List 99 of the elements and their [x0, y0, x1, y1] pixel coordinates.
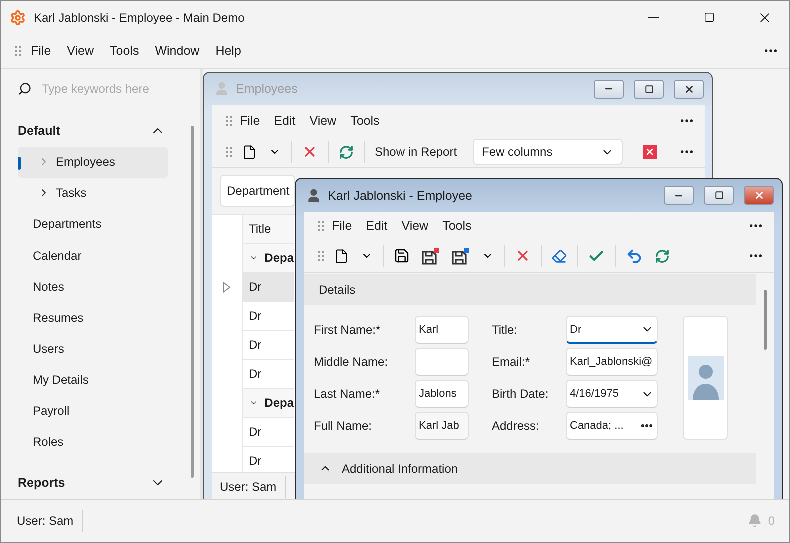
minimize-button[interactable]	[594, 80, 624, 98]
group-label: Depa	[264, 396, 294, 410]
group-header: Default	[18, 124, 60, 138]
nav-item[interactable]: My Details	[18, 364, 168, 396]
nav-item[interactable]: Employees	[18, 146, 168, 178]
search-icon	[18, 82, 32, 96]
grip-icon	[15, 45, 21, 57]
section-title: Additional Information	[342, 462, 458, 476]
gear-icon	[10, 10, 26, 26]
eraser-icon	[552, 248, 567, 264]
report-label: Show in Report	[375, 145, 458, 159]
undo-icon	[626, 248, 643, 264]
nav-item[interactable]: Calendar	[18, 240, 168, 272]
menu-item[interactable]: Tools	[344, 111, 386, 131]
input-field[interactable]: Jablons	[415, 380, 469, 408]
menu-item[interactable]: Tools	[436, 216, 478, 236]
table-cell: Dr	[242, 273, 294, 302]
field-label: Email:*	[492, 355, 532, 369]
window-title: Karl Jablonski - Employee - Main Demo	[34, 10, 246, 24]
menu-item[interactable]: View	[61, 41, 100, 61]
field-label: Full Name:	[314, 419, 374, 433]
menu-item[interactable]: Window	[149, 41, 206, 61]
field-label: Title:	[492, 323, 519, 337]
status-text: User: Sam	[17, 510, 83, 532]
menu-item[interactable]: View	[396, 216, 435, 236]
section-title: Details	[319, 282, 356, 296]
refresh-icon	[339, 144, 354, 160]
status-text: User: Sam	[220, 476, 286, 498]
grip-icon	[226, 115, 232, 127]
window-title: Employees	[236, 82, 299, 96]
nav-item[interactable]: Departments	[18, 208, 168, 240]
photo-placeholder	[688, 356, 724, 400]
x-icon	[515, 248, 531, 264]
maximize-icon	[704, 12, 714, 23]
nav-item[interactable]: Tasks	[18, 178, 168, 209]
field-label: Middle Name:	[314, 355, 390, 369]
bell-icon	[748, 514, 762, 528]
grip-icon	[226, 146, 232, 158]
minimize-button[interactable]	[664, 186, 694, 205]
maximize-icon	[644, 84, 654, 94]
person-icon	[214, 81, 230, 97]
menu-item[interactable]: Edit	[360, 216, 394, 236]
group-row[interactable]: Depa	[242, 244, 294, 273]
notification-count: 0	[768, 514, 775, 528]
scrollbar-thumb[interactable]	[191, 126, 194, 478]
photo-frame[interactable]	[683, 316, 728, 440]
input-field[interactable]: Canada; ...	[566, 412, 658, 440]
section-header[interactable]: Additional Information	[304, 453, 756, 484]
grip-icon	[318, 250, 324, 262]
input-field[interactable]: Karl_Jablonski@	[566, 348, 658, 376]
group-header: Reports	[18, 476, 66, 490]
close-icon	[684, 84, 694, 94]
input-field[interactable]: Karl Jab	[415, 412, 469, 440]
group-label: Depa	[264, 251, 294, 265]
person-icon	[306, 188, 322, 204]
clear-button[interactable]	[643, 145, 658, 159]
refresh-icon	[655, 248, 670, 264]
maximize-icon	[714, 191, 724, 200]
nav-item[interactable]: Payroll	[18, 396, 168, 427]
menu-item[interactable]: Help	[210, 41, 248, 61]
save-icon	[394, 248, 410, 264]
menu-item[interactable]: File	[234, 111, 266, 131]
minimize-icon	[648, 17, 658, 18]
document-icon	[242, 144, 257, 160]
close-button[interactable]	[674, 80, 704, 98]
close-icon	[754, 190, 764, 201]
dropdown-field[interactable]: Dr	[566, 316, 658, 344]
menu-item[interactable]: File	[25, 41, 58, 61]
table-cell: Dr	[242, 331, 294, 360]
field-label: First Name:*	[314, 323, 382, 337]
dropdown-field[interactable]: 4/16/1975	[566, 380, 658, 408]
nav-item[interactable]: Resumes	[18, 302, 168, 334]
window-title: Karl Jablonski - Employee	[328, 188, 474, 202]
group-by-chip[interactable]: Department	[220, 175, 295, 207]
table-cell: Dr	[242, 302, 294, 331]
table-cell: Dr	[242, 418, 294, 447]
table-cell: Dr	[242, 360, 294, 389]
nav-item[interactable]: Users	[18, 333, 168, 364]
group-row[interactable]: Depa	[242, 389, 294, 418]
input-field[interactable]: Karl	[415, 316, 469, 344]
nav-item[interactable]: Notes	[18, 271, 168, 302]
field-label: Last Name:*	[314, 387, 382, 401]
report-dropdown[interactable]: Few columns	[473, 139, 624, 165]
maximize-button[interactable]	[634, 80, 664, 98]
scrollbar-thumb[interactable]	[764, 290, 766, 350]
maximize-button[interactable]	[704, 186, 734, 205]
menu-item[interactable]: Edit	[268, 111, 302, 131]
input-field[interactable]	[415, 348, 469, 376]
search-field[interactable]: Type keywords here	[40, 80, 174, 97]
field-label: Address:	[492, 419, 540, 433]
menu-item[interactable]: View	[304, 111, 343, 131]
nav-item[interactable]: Roles	[18, 426, 168, 458]
grip-icon	[318, 220, 324, 232]
document-icon	[334, 248, 349, 264]
field-label: Birth Date:	[492, 387, 550, 401]
menu-item[interactable]: Tools	[104, 41, 146, 61]
column-header[interactable]: Title	[242, 215, 294, 244]
x-icon	[645, 147, 656, 157]
menu-item[interactable]: File	[326, 216, 358, 236]
